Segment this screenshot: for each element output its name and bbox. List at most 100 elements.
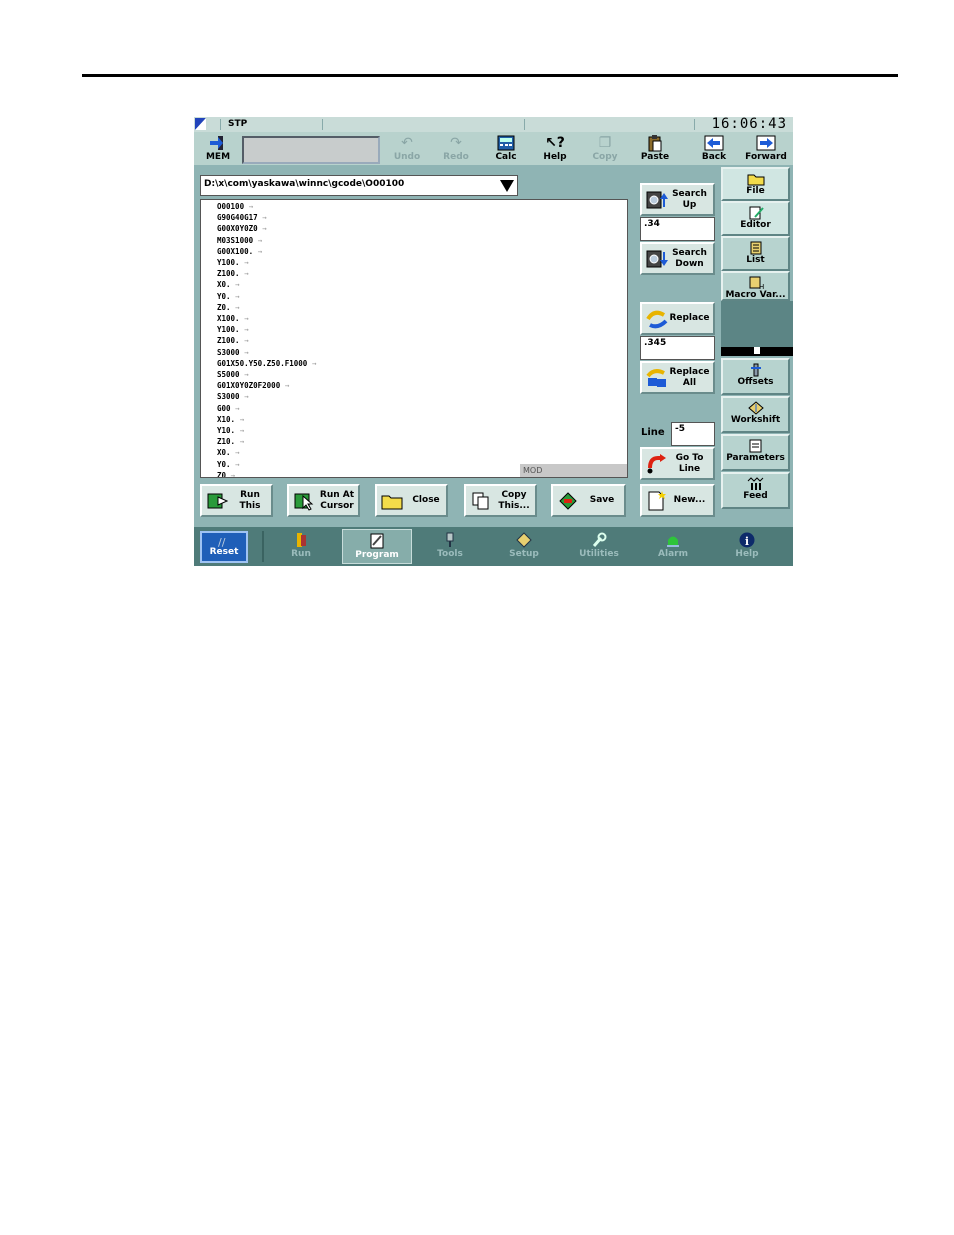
tab-feed[interactable]: Feed — [721, 472, 790, 509]
mem-button[interactable]: MEM — [196, 133, 240, 164]
help-pointer-icon: ↖? — [545, 135, 565, 151]
status-divider — [524, 119, 525, 130]
end-of-line-marker-icon: → — [226, 470, 236, 478]
code-line[interactable]: S3000 → — [217, 392, 249, 402]
code-line[interactable]: G00X0Y0Z0 → — [217, 224, 267, 234]
code-line[interactable]: Y100. → — [217, 325, 249, 335]
list-icon — [750, 241, 761, 255]
file-folder-icon — [747, 174, 764, 186]
code-line[interactable]: X10. → — [217, 415, 244, 425]
reset-button[interactable]: // Reset — [200, 531, 248, 563]
code-line[interactable]: O00100 → — [217, 202, 253, 212]
code-line[interactable]: Y100. → — [217, 258, 249, 268]
tab-macro-var[interactable]: H Macro Var... — [721, 271, 790, 301]
tab-group-divider — [721, 347, 793, 356]
code-line[interactable]: G00X100. → — [217, 247, 262, 257]
replace-input[interactable]: .345 — [640, 336, 715, 360]
code-line-text: G01X0Y0Z0F2000 — [217, 381, 281, 391]
code-line[interactable]: Y0. → — [217, 460, 240, 470]
code-line-text: X100. — [217, 314, 240, 323]
code-line[interactable]: X100. → — [217, 314, 249, 324]
mem-arrow-icon — [210, 136, 223, 150]
run-at-cursor-button[interactable]: Run At Cursor — [287, 484, 360, 517]
copy-button[interactable]: ❐ Copy — [583, 133, 627, 164]
run-this-button[interactable]: Run This — [200, 484, 273, 517]
code-line[interactable]: Z0 → — [217, 470, 236, 478]
new-button[interactable]: New... — [640, 484, 715, 517]
code-line[interactable]: X0. → — [217, 448, 240, 458]
code-line[interactable]: Y10. → — [217, 426, 244, 436]
gcode-editor[interactable]: Z0 → Y0. → X0. → Z10. → Y10. → X10. → G00 → S30… — [200, 199, 628, 478]
tab-separator — [721, 301, 793, 347]
main-navigation: // Reset Run Program Tools Setup Utiliti… — [194, 527, 793, 566]
calc-button[interactable]: Calc — [484, 133, 528, 164]
tab-offsets[interactable]: Offsets — [721, 358, 790, 395]
go-to-line-button[interactable]: Go To Line — [640, 447, 715, 480]
close-button[interactable]: Close — [375, 484, 448, 517]
code-line[interactable]: Z0. → — [217, 303, 240, 313]
end-of-line-marker-icon: → — [239, 347, 249, 357]
save-button[interactable]: Save — [551, 484, 626, 517]
end-of-line-marker-icon: → — [257, 224, 267, 234]
code-line[interactable]: Z100. → — [217, 269, 249, 279]
run-icon — [297, 533, 306, 547]
tab-editor[interactable]: Editor — [721, 201, 790, 236]
line-label: Line — [641, 427, 665, 438]
nav-help[interactable]: i Help — [712, 529, 782, 564]
code-line[interactable]: Z100. → — [217, 336, 249, 346]
code-line-text: Z0 — [217, 470, 227, 478]
code-line-text: Z100. — [217, 336, 240, 346]
code-line[interactable]: S3000 → — [217, 348, 249, 358]
dropdown-triangle-icon[interactable] — [498, 177, 516, 194]
file-path-combobox[interactable]: D:\x\com\yaskawa\winnc\gcode\O00100 — [200, 175, 518, 196]
code-line[interactable]: G00 → — [217, 404, 240, 414]
paste-button[interactable]: Paste — [633, 133, 677, 164]
go-to-line-icon — [647, 454, 666, 474]
redo-button[interactable]: ↷ Redo — [434, 133, 478, 164]
nav-run[interactable]: Run — [266, 529, 336, 564]
code-line[interactable]: G01X0Y0Z0F2000 → — [217, 381, 289, 391]
search-input[interactable]: .34 — [640, 217, 715, 241]
tab-list[interactable]: List — [721, 236, 790, 271]
search-up-icon — [646, 191, 668, 209]
tab-file[interactable]: File — [721, 167, 790, 201]
workshift-icon — [747, 401, 764, 415]
code-line-text: M03S1000 — [217, 235, 254, 245]
code-line[interactable]: Z10. → — [217, 437, 244, 447]
back-button[interactable]: Back — [692, 133, 736, 164]
end-of-line-marker-icon: → — [230, 448, 240, 458]
code-line[interactable]: X0. → — [217, 280, 240, 290]
end-of-line-marker-icon: → — [239, 314, 249, 323]
replace-all-button[interactable]: Replace All — [640, 361, 715, 394]
forward-button[interactable]: Forward — [742, 133, 790, 164]
line-number-input[interactable]: -5 — [671, 422, 715, 446]
search-down-button[interactable]: Search Down — [640, 242, 715, 275]
replace-all-icon — [646, 369, 666, 387]
help-button[interactable]: ↖? Help — [533, 133, 577, 164]
copy-this-button[interactable]: Copy This... — [464, 484, 537, 517]
code-line[interactable]: G01X50.Y50.Z50.F1000 → — [217, 359, 316, 369]
search-up-button[interactable]: Search Up — [640, 183, 715, 216]
code-line[interactable]: G90G40G17 → — [217, 213, 267, 223]
copy-icon: ❐ — [598, 135, 612, 151]
nav-program[interactable]: Program — [342, 529, 412, 564]
file-path-text: D:\x\com\yaskawa\winnc\gcode\O00100 — [204, 179, 405, 189]
end-of-line-marker-icon: → — [253, 246, 263, 256]
replace-button[interactable]: Replace — [640, 302, 715, 335]
machine-state: STP — [228, 119, 248, 129]
nav-setup[interactable]: Setup — [489, 529, 559, 564]
code-line-text: S3000 — [217, 347, 240, 357]
calculator-icon — [497, 135, 515, 151]
code-line[interactable]: Y0. → — [217, 292, 240, 302]
nav-tools[interactable]: Tools — [415, 529, 485, 564]
end-of-line-marker-icon: → — [235, 426, 245, 435]
tab-workshift[interactable]: Workshift — [721, 396, 790, 433]
end-of-line-marker-icon: → — [239, 258, 249, 267]
wrench-icon — [592, 532, 607, 547]
nav-utilities[interactable]: Utilities — [564, 529, 634, 564]
code-line[interactable]: M03S1000 → — [217, 236, 262, 246]
undo-button[interactable]: ↶ Undo — [385, 133, 429, 164]
nav-alarm[interactable]: Alarm — [638, 529, 708, 564]
tab-parameters[interactable]: Parameters — [721, 434, 790, 471]
code-line[interactable]: S5000 → — [217, 370, 249, 380]
